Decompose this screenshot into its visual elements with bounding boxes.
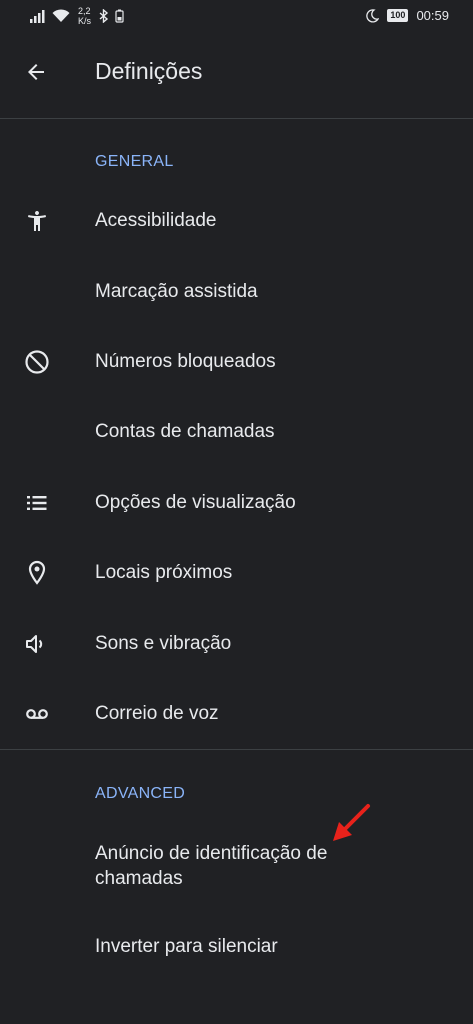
status-right: 100 00:59 bbox=[365, 8, 449, 23]
settings-item-blocked-numbers[interactable]: Números bloqueados bbox=[0, 327, 473, 397]
settings-item-calling-accounts[interactable]: Contas de chamadas bbox=[0, 397, 473, 467]
app-bar: Definições bbox=[0, 34, 473, 118]
list-icon bbox=[22, 488, 52, 518]
settings-item-label: Números bloqueados bbox=[95, 351, 276, 372]
network-speed-value: 2,2 bbox=[78, 6, 91, 16]
settings-item-label: Locais próximos bbox=[95, 562, 233, 583]
location-pin-icon bbox=[22, 558, 52, 588]
block-icon bbox=[22, 347, 52, 377]
settings-item-label: Opções de visualização bbox=[95, 492, 296, 513]
volume-icon bbox=[22, 629, 52, 659]
voicemail-icon bbox=[22, 699, 52, 729]
settings-item-display-options[interactable]: Opções de visualização bbox=[0, 468, 473, 538]
back-button[interactable] bbox=[16, 52, 56, 92]
settings-item-flip-to-silence[interactable]: Inverter para silenciar bbox=[0, 912, 473, 982]
clock: 00:59 bbox=[416, 8, 449, 23]
settings-item-label: Sons e vibração bbox=[95, 633, 232, 654]
network-speed: 2,2 K/s bbox=[78, 6, 91, 26]
battery-indicator: 100 bbox=[387, 9, 409, 22]
status-bar: 2,2 K/s 100 00:59 bbox=[0, 0, 473, 34]
app-bar-divider bbox=[0, 118, 473, 119]
settings-item-label: Inverter para silenciar bbox=[95, 936, 278, 957]
section-header-general: GENERAL bbox=[95, 153, 174, 170]
section-divider bbox=[0, 749, 473, 750]
settings-item-label: Contas de chamadas bbox=[95, 421, 275, 442]
signal-icon bbox=[30, 10, 45, 23]
section-header-advanced: ADVANCED bbox=[95, 785, 186, 802]
settings-item-label: Acessibilidade bbox=[95, 210, 217, 231]
settings-item-caller-id-announcement[interactable]: Anúncio de identificação de chamadas bbox=[0, 820, 473, 916]
page-title: Definições bbox=[95, 58, 203, 84]
settings-item-label: Marcação assistida bbox=[95, 281, 258, 302]
network-speed-unit: K/s bbox=[78, 16, 92, 26]
settings-item-nearby-places[interactable]: Locais próximos bbox=[0, 538, 473, 608]
settings-item-voicemail[interactable]: Correio de voz bbox=[0, 679, 473, 749]
status-left: 2,2 K/s bbox=[30, 6, 124, 26]
settings-item-assisted-dialing[interactable]: Marcação assistida bbox=[0, 257, 473, 327]
settings-item-label: Anúncio de identificação de chamadas bbox=[95, 843, 328, 889]
arrow-back-icon bbox=[28, 64, 44, 80]
wifi-icon bbox=[52, 9, 70, 22]
settings-item-accessibility[interactable]: Acessibilidade bbox=[0, 186, 473, 256]
settings-item-label: Correio de voz bbox=[95, 703, 219, 724]
bluetooth-icon bbox=[99, 9, 109, 23]
accessibility-icon bbox=[22, 206, 52, 236]
battery-saver-icon bbox=[115, 9, 124, 23]
moon-icon bbox=[366, 8, 380, 23]
settings-item-sounds-vibration[interactable]: Sons e vibração bbox=[0, 609, 473, 679]
annotation-arrow-icon bbox=[333, 804, 370, 841]
